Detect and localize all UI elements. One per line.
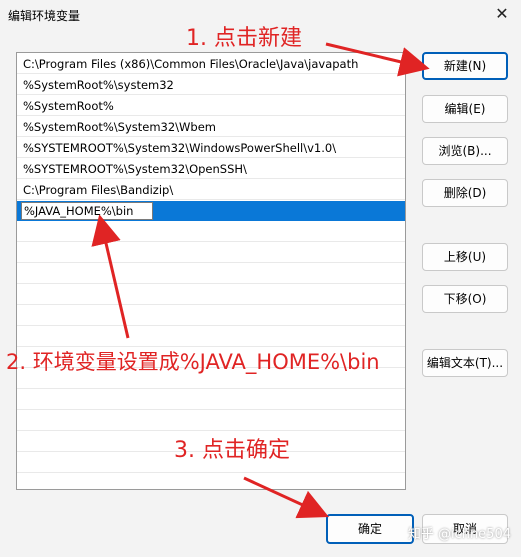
empty-row: [17, 327, 405, 347]
empty-row: [17, 285, 405, 305]
window-title: 编辑环境变量: [8, 9, 81, 23]
annotation-step2: 2. 环境变量设置成%JAVA_HOME%\bin: [6, 350, 380, 374]
empty-row: [17, 411, 405, 431]
path-edit-input[interactable]: [21, 202, 153, 220]
close-icon[interactable]: ✕: [489, 2, 515, 26]
edit-button[interactable]: 编辑(E): [422, 95, 508, 123]
annotation-step3: 3. 点击确定: [174, 438, 290, 463]
empty-row: [17, 243, 405, 263]
list-item[interactable]: C:\Program Files\Bandizip\: [17, 180, 405, 200]
empty-row: [17, 222, 405, 242]
list-item-selected[interactable]: [17, 201, 405, 221]
empty-row: [17, 306, 405, 326]
move-up-button[interactable]: 上移(U): [422, 243, 508, 271]
annotation-step1: 1. 点击新建: [186, 26, 302, 51]
edit-text-button[interactable]: 编辑文本(T)...: [422, 349, 508, 377]
new-button[interactable]: 新建(N): [422, 52, 508, 80]
browse-button[interactable]: 浏览(B)...: [422, 137, 508, 165]
watermark: 知乎 @ichne504: [407, 527, 511, 542]
move-down-button[interactable]: 下移(O): [422, 285, 508, 313]
empty-row: [17, 264, 405, 284]
empty-row: [17, 390, 405, 410]
list-item[interactable]: C:\Program Files (x86)\Common Files\Orac…: [17, 54, 405, 74]
delete-button[interactable]: 删除(D): [422, 179, 508, 207]
ok-button[interactable]: 确定: [326, 514, 414, 544]
list-item[interactable]: %SYSTEMROOT%\System32\OpenSSH\: [17, 159, 405, 179]
list-item[interactable]: %SystemRoot%: [17, 96, 405, 116]
list-item[interactable]: %SYSTEMROOT%\System32\WindowsPowerShell\…: [17, 138, 405, 158]
list-item[interactable]: %SystemRoot%\System32\Wbem: [17, 117, 405, 137]
path-list[interactable]: C:\Program Files (x86)\Common Files\Orac…: [16, 52, 406, 490]
list-item[interactable]: %SystemRoot%\system32: [17, 75, 405, 95]
